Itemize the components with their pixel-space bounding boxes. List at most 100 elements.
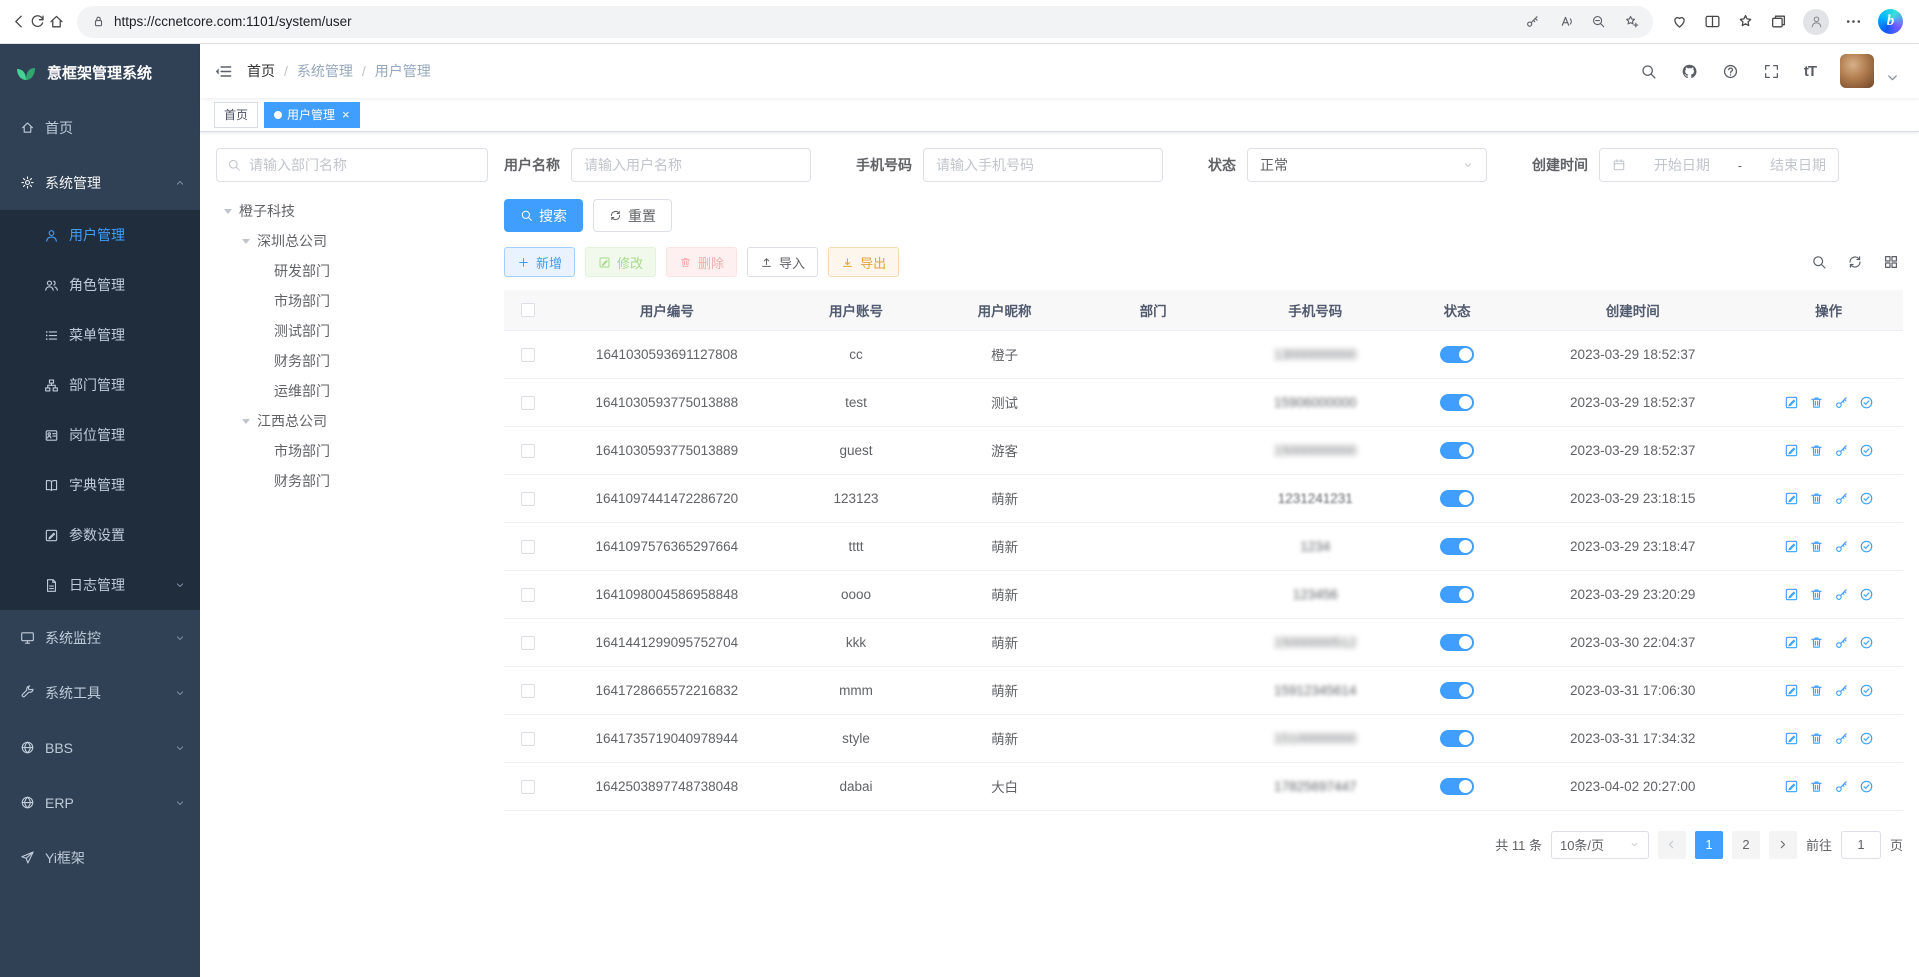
reset-button[interactable]: 重置 <box>593 199 672 232</box>
column-header[interactable]: 状态 <box>1403 290 1511 330</box>
fullscreen-icon[interactable] <box>1763 63 1780 80</box>
delete-row-button[interactable] <box>1809 395 1824 410</box>
reset-password-button[interactable] <box>1834 491 1849 506</box>
read-aloud-icon[interactable] <box>1558 14 1573 29</box>
row-checkbox[interactable] <box>521 588 535 602</box>
row-checkbox[interactable] <box>521 780 535 794</box>
browser-profile-avatar[interactable] <box>1803 9 1829 35</box>
status-toggle[interactable] <box>1440 346 1474 363</box>
breadcrumb-system[interactable]: 系统管理 <box>297 61 353 81</box>
delete-button[interactable]: 删除 <box>666 247 737 277</box>
tree-node[interactable]: 运维部门 <box>216 376 488 406</box>
sidebar-item-menu-mgmt[interactable]: 菜单管理 <box>0 310 200 360</box>
sidebar-item-log-mgmt[interactable]: 日志管理 <box>0 560 200 610</box>
add-button[interactable]: 新增 <box>504 247 575 277</box>
sidebar-item-user-mgmt[interactable]: 用户管理 <box>0 210 200 260</box>
tree-expand-icon[interactable] <box>242 239 250 244</box>
sidebar-item-yi-framework[interactable]: Yi框架 <box>0 830 200 885</box>
font-size-icon[interactable]: tT <box>1804 63 1816 80</box>
sidebar-item-param-settings[interactable]: 参数设置 <box>0 510 200 560</box>
tag-user-mgmt[interactable]: 用户管理 × <box>264 102 360 128</box>
status-toggle[interactable] <box>1440 634 1474 651</box>
delete-row-button[interactable] <box>1809 779 1824 794</box>
page-2-button[interactable]: 2 <box>1732 831 1760 859</box>
tree-node[interactable]: 财务部门 <box>216 346 488 376</box>
edit-row-button[interactable] <box>1784 635 1799 650</box>
sidebar-item-system-mgmt[interactable]: 系统管理 <box>0 155 200 210</box>
copilot-icon[interactable]: b <box>1878 9 1903 34</box>
column-settings-icon[interactable] <box>1883 254 1899 270</box>
column-header[interactable]: 用户账号 <box>782 290 931 330</box>
delete-row-button[interactable] <box>1809 683 1824 698</box>
edit-row-button[interactable] <box>1784 587 1799 602</box>
phone-input[interactable]: 请输入手机号码 <box>923 148 1163 182</box>
sidebar-item-dict-mgmt[interactable]: 字典管理 <box>0 460 200 510</box>
column-header[interactable]: 用户昵称 <box>930 290 1079 330</box>
sidebar-item-bbs[interactable]: BBS <box>0 720 200 775</box>
search-button[interactable]: 搜索 <box>504 199 583 232</box>
assign-role-button[interactable] <box>1859 587 1874 602</box>
delete-row-button[interactable] <box>1809 587 1824 602</box>
delete-row-button[interactable] <box>1809 443 1824 458</box>
row-checkbox[interactable] <box>521 492 535 506</box>
column-header[interactable]: 操作 <box>1754 290 1903 330</box>
page-1-button[interactable]: 1 <box>1695 831 1723 859</box>
delete-row-button[interactable] <box>1809 491 1824 506</box>
status-toggle[interactable] <box>1440 730 1474 747</box>
tag-home[interactable]: 首页 <box>214 102 258 128</box>
status-toggle[interactable] <box>1440 538 1474 555</box>
tree-node[interactable]: 江西总公司 <box>216 406 488 436</box>
split-screen-icon[interactable] <box>1704 13 1721 30</box>
reset-password-button[interactable] <box>1834 587 1849 602</box>
reset-password-button[interactable] <box>1834 683 1849 698</box>
row-checkbox[interactable] <box>521 732 535 746</box>
assign-role-button[interactable] <box>1859 635 1874 650</box>
sidebar-item-post-mgmt[interactable]: 岗位管理 <box>0 410 200 460</box>
sidebar-item-system-monitor[interactable]: 系统监控 <box>0 610 200 665</box>
status-toggle[interactable] <box>1440 778 1474 795</box>
delete-row-button[interactable] <box>1809 635 1824 650</box>
tree-node[interactable]: 财务部门 <box>216 466 488 496</box>
row-checkbox[interactable] <box>521 348 535 362</box>
column-header[interactable]: 用户编号 <box>552 290 782 330</box>
next-page-button[interactable] <box>1769 831 1797 859</box>
delete-row-button[interactable] <box>1809 731 1824 746</box>
username-input[interactable]: 请输入用户名称 <box>571 148 811 182</box>
select-all-checkbox[interactable] <box>521 303 535 317</box>
sidebar-item-role-mgmt[interactable]: 角色管理 <box>0 260 200 310</box>
reset-password-button[interactable] <box>1834 635 1849 650</box>
tree-node[interactable]: 市场部门 <box>216 436 488 466</box>
tree-expand-icon[interactable] <box>242 419 250 424</box>
sidebar-item-home[interactable]: 首页 <box>0 100 200 155</box>
github-icon[interactable] <box>1681 63 1698 80</box>
status-toggle[interactable] <box>1440 682 1474 699</box>
status-toggle[interactable] <box>1440 586 1474 603</box>
collections-icon[interactable] <box>1770 13 1787 30</box>
sidebar-item-system-tools[interactable]: 系统工具 <box>0 665 200 720</box>
zoom-out-icon[interactable] <box>1591 14 1606 29</box>
browser-menu-icon[interactable] <box>1845 13 1862 30</box>
status-toggle[interactable] <box>1440 490 1474 507</box>
column-header[interactable]: 创建时间 <box>1511 290 1754 330</box>
dept-search-input[interactable]: 请输入部门名称 <box>216 148 488 182</box>
edit-row-button[interactable] <box>1784 779 1799 794</box>
row-checkbox[interactable] <box>521 684 535 698</box>
reset-password-button[interactable] <box>1834 539 1849 554</box>
edit-row-button[interactable] <box>1784 731 1799 746</box>
address-bar[interactable]: https://ccnetcore.com:1101/system/user <box>77 6 1653 38</box>
refresh-table-icon[interactable] <box>1847 254 1863 270</box>
assign-role-button[interactable] <box>1859 491 1874 506</box>
row-checkbox[interactable] <box>521 444 535 458</box>
password-key-icon[interactable] <box>1525 14 1540 29</box>
tree-node[interactable]: 橙子科技 <box>216 196 488 226</box>
edit-row-button[interactable] <box>1784 395 1799 410</box>
page-size-select[interactable]: 10条/页 <box>1551 831 1649 859</box>
assign-role-button[interactable] <box>1859 395 1874 410</box>
reset-password-button[interactable] <box>1834 731 1849 746</box>
sidebar-toggle-icon[interactable] <box>214 62 233 81</box>
tree-node[interactable]: 研发部门 <box>216 256 488 286</box>
back-icon[interactable] <box>10 13 27 30</box>
delete-row-button[interactable] <box>1809 539 1824 554</box>
reset-password-button[interactable] <box>1834 779 1849 794</box>
date-range-picker[interactable]: 开始日期 - 结束日期 <box>1599 148 1839 182</box>
